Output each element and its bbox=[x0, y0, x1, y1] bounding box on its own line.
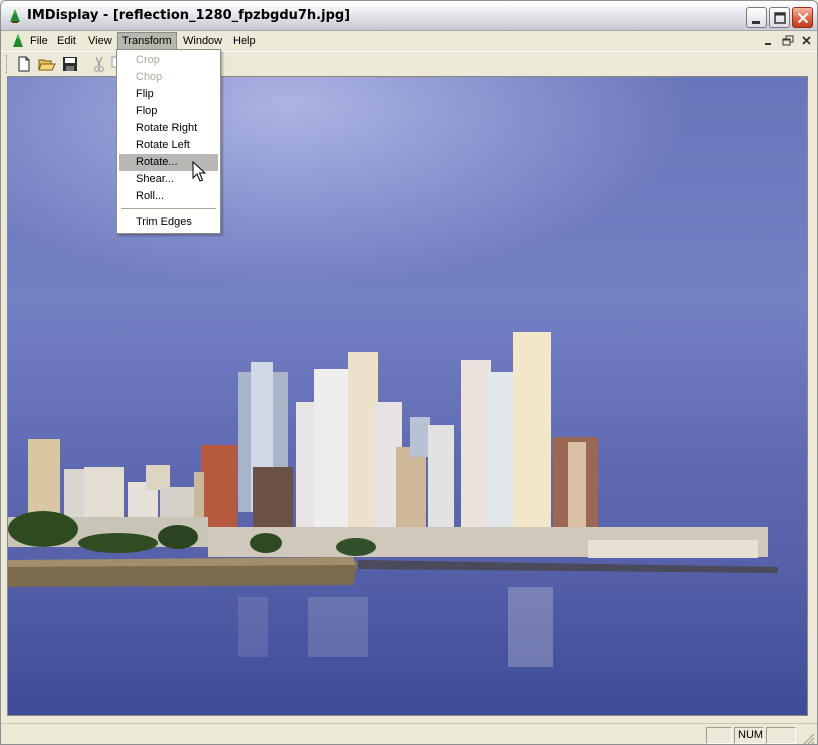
status-panel-caps bbox=[706, 727, 732, 744]
status-panel-num: NUM bbox=[734, 727, 764, 744]
minimize-button[interactable] bbox=[746, 7, 767, 28]
maximize-icon bbox=[774, 12, 786, 24]
menu-item-crop[interactable]: Crop bbox=[119, 52, 218, 69]
maximize-button[interactable] bbox=[769, 7, 790, 28]
cut-button[interactable] bbox=[90, 55, 108, 73]
menu-item-flop[interactable]: Flop bbox=[119, 103, 218, 120]
mouse-pointer-icon bbox=[192, 160, 207, 186]
cut-scissors-icon bbox=[94, 56, 104, 72]
doc-restore-button[interactable] bbox=[780, 34, 796, 48]
close-icon bbox=[797, 12, 809, 24]
app-wizard-icon[interactable] bbox=[7, 8, 23, 24]
menu-item-roll[interactable]: Roll... bbox=[119, 188, 218, 205]
menu-window[interactable]: Window bbox=[178, 32, 227, 50]
menu-edit[interactable]: Edit bbox=[52, 32, 81, 50]
menu-item-rotate-left[interactable]: Rotate Left bbox=[119, 137, 218, 154]
menu-file[interactable]: File bbox=[25, 32, 53, 50]
minimize-icon bbox=[752, 21, 760, 24]
title-bar[interactable]: IMDisplay - [reflection_1280_fpzbgdu7h.j… bbox=[1, 1, 817, 31]
menu-help[interactable]: Help bbox=[228, 32, 261, 50]
minimize-icon bbox=[765, 43, 771, 45]
close-icon bbox=[802, 36, 811, 45]
save-button[interactable] bbox=[61, 55, 79, 73]
menu-item-trim-edges[interactable]: Trim Edges bbox=[119, 214, 218, 231]
restore-icon bbox=[782, 35, 794, 46]
status-bar: NUM bbox=[1, 723, 817, 744]
menu-item-flip[interactable]: Flip bbox=[119, 86, 218, 103]
new-document-button[interactable] bbox=[15, 55, 33, 73]
document-wizard-icon[interactable] bbox=[10, 33, 26, 49]
doc-close-button[interactable] bbox=[799, 34, 815, 48]
menu-item-rotate-right[interactable]: Rotate Right bbox=[119, 120, 218, 137]
menu-separator bbox=[121, 208, 216, 209]
open-folder-icon bbox=[38, 59, 56, 71]
window-title: IMDisplay - [reflection_1280_fpzbgdu7h.j… bbox=[27, 8, 351, 23]
transform-menu: Crop Chop Flip Flop Rotate Right Rotate … bbox=[116, 49, 221, 234]
menu-view[interactable]: View bbox=[83, 32, 117, 50]
new-document-icon bbox=[18, 56, 30, 72]
status-panel-scrl bbox=[766, 727, 796, 744]
menu-bar: File Edit View Transform Window Help bbox=[1, 31, 817, 51]
menu-transform[interactable]: Transform bbox=[117, 32, 177, 50]
close-button[interactable] bbox=[792, 7, 813, 28]
doc-minimize-button[interactable] bbox=[761, 34, 777, 48]
menu-item-chop[interactable]: Chop bbox=[119, 69, 218, 86]
toolbar-grip[interactable] bbox=[6, 55, 9, 73]
open-button[interactable] bbox=[38, 55, 56, 73]
resize-grip-icon[interactable] bbox=[801, 731, 815, 744]
save-disk-icon bbox=[63, 57, 77, 71]
